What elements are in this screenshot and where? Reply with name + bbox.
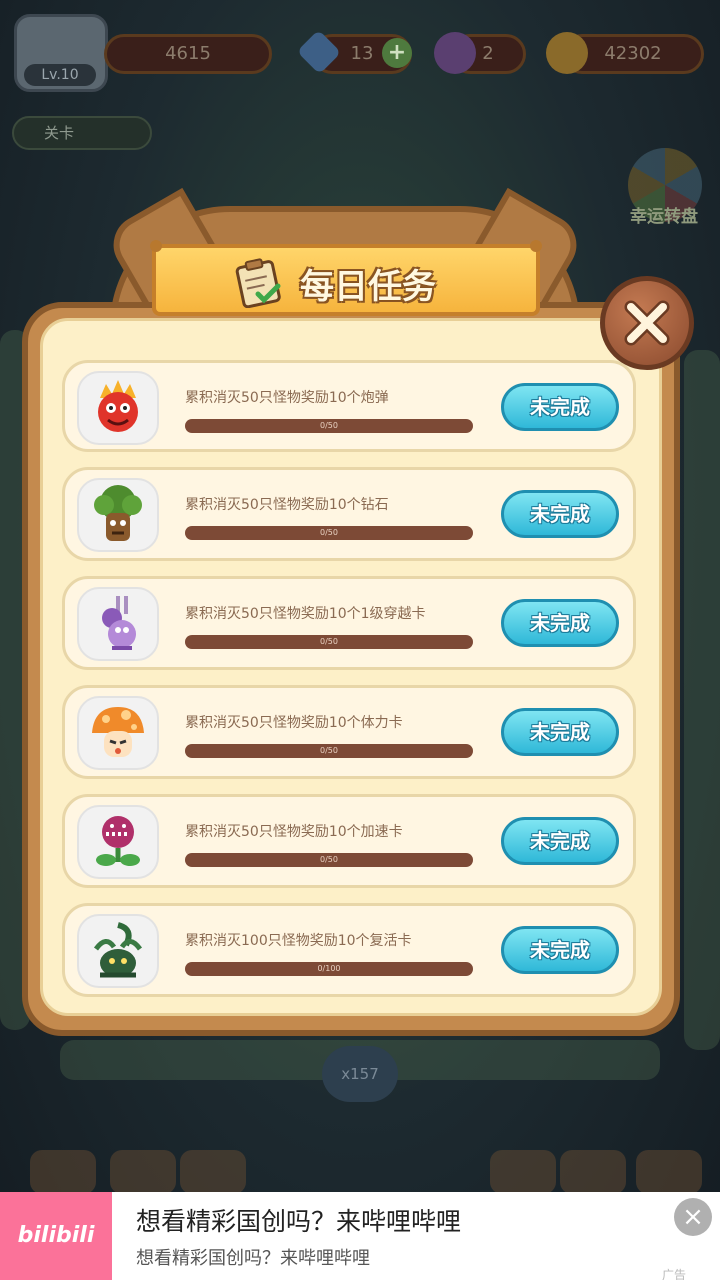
task-status-button[interactable]: 未完成	[501, 926, 619, 974]
background-button	[560, 1150, 626, 1194]
progress-bar: 0/50	[185, 419, 473, 433]
progress-text: 0/50	[320, 746, 338, 755]
mushroom-monster-icon	[77, 696, 159, 770]
top-hud: Lv.10 4615 13 + 2 42302	[0, 0, 720, 100]
lucky-wheel-label[interactable]: 幸运转盘	[614, 202, 714, 227]
task-description: 累积消灭100只怪物奖励10个复活卡	[185, 933, 412, 949]
stage-label: 关卡	[44, 124, 75, 142]
task-status-button[interactable]: 未完成	[501, 817, 619, 865]
task-row: 累积消灭50只怪物奖励10个炮弹 0/50 未完成	[62, 360, 636, 452]
bilibili-logo: bilibili	[0, 1192, 112, 1280]
task-row: 累积消灭50只怪物奖励10个钻石 0/50 未完成	[62, 467, 636, 561]
red-flame-devil-icon	[77, 371, 159, 445]
close-button[interactable]	[600, 276, 694, 370]
potion-icon	[434, 32, 476, 74]
background-button	[30, 1150, 96, 1194]
coin-icon	[546, 32, 588, 74]
progress-text: 0/50	[320, 528, 338, 537]
progress-bar: 0/100	[185, 962, 473, 976]
background-button	[110, 1150, 176, 1194]
ad-headline: 想看精彩国创吗？来哔哩哔哩	[136, 1207, 462, 1236]
ad-close-icon[interactable]: ×	[674, 1198, 712, 1236]
task-list: 累积消灭50只怪物奖励10个炮弹 0/50 未完成 累积消灭50只怪物奖励10个…	[62, 360, 636, 1012]
task-row: 累积消灭50只怪物奖励10个体力卡 0/50 未完成	[62, 685, 636, 779]
task-row: 累积消灭100只怪物奖励10个复活卡 0/100 未完成	[62, 903, 636, 997]
close-icon	[623, 299, 671, 347]
task-status-button[interactable]: 未完成	[501, 708, 619, 756]
task-row: 累积消灭50只怪物奖励10个加速卡 0/50 未完成	[62, 794, 636, 888]
background-button	[636, 1150, 702, 1194]
ad-subline: 想看精彩国创吗？来哔哩哔哩	[136, 1248, 370, 1269]
task-description: 累积消灭50只怪物奖励10个炮弹	[185, 390, 389, 406]
task-status-button[interactable]: 未完成	[501, 383, 619, 431]
task-status-button[interactable]: 未完成	[501, 490, 619, 538]
background-button	[490, 1150, 556, 1194]
diamond-count: 13	[350, 43, 374, 64]
progress-text: 0/100	[317, 964, 341, 973]
background-button	[180, 1150, 246, 1194]
progress-bar: 0/50	[185, 526, 473, 540]
progress-text: 0/50	[320, 637, 338, 646]
piranha-plant-icon	[77, 805, 159, 879]
task-description: 累积消灭50只怪物奖励10个钻石	[185, 497, 389, 513]
power-pill: 4615	[104, 34, 272, 74]
progress-text: 0/50	[320, 855, 338, 864]
task-row: 累积消灭50只怪物奖励10个1级穿越卡 0/50 未完成	[62, 576, 636, 670]
vine-monster-icon	[77, 914, 159, 988]
task-status-button[interactable]: 未完成	[501, 599, 619, 647]
dialog-title: 每日任务	[300, 267, 436, 307]
tree-monster-icon	[77, 478, 159, 552]
task-description: 累积消灭50只怪物奖励10个体力卡	[185, 715, 403, 731]
potion-count: 2	[482, 43, 494, 64]
coin-count: 42302	[604, 43, 662, 64]
progress-bar: 0/50	[185, 744, 473, 758]
progress-bar: 0/50	[185, 853, 473, 867]
task-description: 累积消灭50只怪物奖励10个1级穿越卡	[185, 606, 426, 622]
add-diamond-button[interactable]: +	[382, 38, 412, 68]
monster-counter: x157	[322, 1046, 398, 1102]
progress-bar: 0/50	[185, 635, 473, 649]
ad-banner[interactable]: bilibili 想看精彩国创吗？来哔哩哔哩 想看精彩国创吗？来哔哩哔哩	[0, 1192, 720, 1280]
ad-tag: 广告	[662, 1268, 687, 1280]
task-description: 累积消灭50只怪物奖励10个加速卡	[185, 824, 403, 840]
purple-bunny-monster-icon	[77, 587, 159, 661]
level-badge: Lv.10	[24, 64, 96, 86]
background-tile	[684, 350, 720, 1050]
progress-text: 0/50	[320, 421, 338, 430]
stage-tag: 关卡	[12, 116, 152, 150]
clipboard-icon	[232, 258, 286, 309]
